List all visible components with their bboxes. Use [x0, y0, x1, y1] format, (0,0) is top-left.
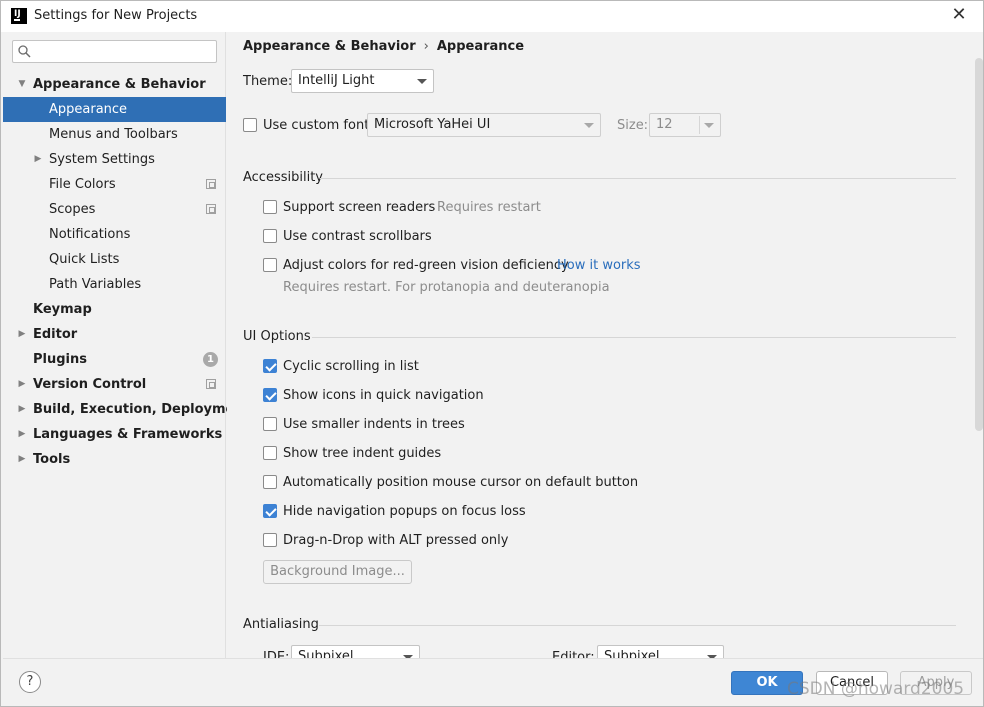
sidebar-item-keymap[interactable]: Keymap	[3, 297, 226, 322]
drag-drop-alt-label: Drag-n-Drop with ALT pressed only	[283, 533, 509, 548]
sidebar-item-menus-toolbars[interactable]: Menus and Toolbars	[3, 122, 226, 147]
content-scrollbar[interactable]	[975, 58, 983, 658]
search-input[interactable]	[35, 43, 213, 60]
search-box[interactable]	[12, 40, 217, 63]
breadcrumb-separator: ›	[423, 39, 429, 54]
sidebar-item-plugins[interactable]: Plugins 1	[3, 347, 226, 372]
section-divider	[319, 625, 956, 626]
project-scope-icon	[206, 379, 216, 389]
collapsed-arrow-icon: ▶	[18, 429, 26, 439]
show-icons-label: Show icons in quick navigation	[283, 388, 484, 403]
theme-label: Theme:	[243, 74, 293, 89]
font-size-value: 12	[656, 117, 673, 132]
adjust-colors-checkbox[interactable]	[263, 258, 277, 272]
adjust-colors-note: Requires restart. For protanopia and deu…	[283, 280, 610, 295]
settings-window: IJ Settings for New Projects ✕ ▼ Appeara…	[0, 0, 984, 707]
sidebar-item-system-settings[interactable]: ▶ System Settings	[3, 147, 226, 172]
screen-readers-note: Requires restart	[437, 200, 541, 215]
watermark-text: CSDN @howard2005	[787, 679, 965, 699]
adjust-colors-label: Adjust colors for red-green vision defic…	[283, 258, 569, 273]
project-scope-icon	[206, 204, 216, 214]
auto-cursor-checkbox[interactable]	[263, 475, 277, 489]
scrollbar-thumb[interactable]	[975, 58, 983, 431]
breadcrumb: Appearance & Behavior › Appearance	[243, 39, 524, 54]
hide-popups-label: Hide navigation popups on focus loss	[283, 504, 526, 519]
antialiasing-section-title: Antialiasing	[243, 617, 319, 632]
background-image-button[interactable]: Background Image...	[263, 560, 412, 584]
sidebar-item-editor[interactable]: ▶ Editor	[3, 322, 226, 347]
collapsed-arrow-icon: ▶	[18, 379, 26, 389]
intellij-logo-icon: IJ	[11, 8, 27, 24]
font-size-label: Size:	[617, 118, 649, 133]
how-it-works-link[interactable]: How it works	[557, 258, 641, 273]
sidebar-item-build-execution[interactable]: ▶ Build, Execution, Deployment	[3, 397, 250, 422]
collapsed-arrow-icon: ▶	[34, 154, 42, 164]
close-button[interactable]: ✕	[949, 5, 969, 25]
collapsed-arrow-icon: ▶	[18, 329, 26, 339]
drag-drop-alt-checkbox[interactable]	[263, 533, 277, 547]
sidebar-item-version-control[interactable]: ▶ Version Control	[3, 372, 226, 397]
font-size-select[interactable]: 12	[649, 113, 721, 137]
ide-antialiasing-select[interactable]: Subpixel	[291, 645, 420, 658]
sidebar-item-file-colors[interactable]: File Colors	[3, 172, 226, 197]
smaller-indents-checkbox[interactable]	[263, 417, 277, 431]
custom-font-select[interactable]: Microsoft YaHei UI	[367, 113, 601, 137]
sidebar-item-languages-frameworks[interactable]: ▶ Languages & Frameworks	[3, 422, 226, 447]
sidebar-item-quick-lists[interactable]: Quick Lists	[3, 247, 226, 272]
sidebar-item-appearance[interactable]: Appearance	[3, 97, 226, 122]
collapsed-arrow-icon: ▶	[18, 404, 26, 414]
search-icon	[18, 45, 31, 58]
expanded-arrow-icon: ▼	[18, 79, 26, 89]
ide-antialiasing-label: IDE:	[263, 650, 290, 658]
indent-guides-label: Show tree indent guides	[283, 446, 442, 461]
sidebar-item-scopes[interactable]: Scopes	[3, 197, 226, 222]
auto-cursor-label: Automatically position mouse cursor on d…	[283, 475, 639, 490]
sidebar-item-path-variables[interactable]: Path Variables	[3, 272, 226, 297]
sidebar-item-appearance-behavior[interactable]: ▼ Appearance & Behavior	[3, 72, 226, 97]
combo-divider	[699, 116, 700, 134]
ui-options-section-title: UI Options	[243, 329, 311, 344]
collapsed-arrow-icon: ▶	[18, 454, 26, 464]
sidebar-item-notifications[interactable]: Notifications	[3, 222, 226, 247]
project-scope-icon	[206, 179, 216, 189]
breadcrumb-parent[interactable]: Appearance & Behavior	[243, 39, 416, 54]
chevron-down-icon	[704, 123, 714, 128]
settings-sidebar: ▼ Appearance & Behavior Appearance Menus…	[3, 32, 250, 658]
plugins-update-badge: 1	[203, 352, 218, 367]
cyclic-scrolling-label: Cyclic scrolling in list	[283, 359, 419, 374]
settings-content: Appearance & Behavior › Appearance Theme: …	[227, 32, 983, 658]
section-divider	[312, 337, 956, 338]
custom-font-checkbox[interactable]	[243, 118, 257, 132]
screen-readers-label: Support screen readers	[283, 200, 436, 215]
title-bar: IJ Settings for New Projects ✕	[1, 1, 983, 32]
smaller-indents-label: Use smaller indents in trees	[283, 417, 465, 432]
chevron-down-icon	[584, 123, 594, 128]
theme-select[interactable]: IntelliJ Light	[291, 69, 434, 93]
editor-antialiasing-value: Subpixel	[604, 649, 660, 658]
custom-font-value: Microsoft YaHei UI	[374, 117, 491, 132]
screen-readers-checkbox[interactable]	[263, 200, 277, 214]
hide-popups-checkbox[interactable]	[263, 504, 277, 518]
indent-guides-checkbox[interactable]	[263, 446, 277, 460]
chevron-down-icon	[417, 79, 427, 84]
sidebar-item-tools[interactable]: ▶ Tools	[3, 447, 226, 472]
cyclic-scrolling-checkbox[interactable]	[263, 359, 277, 373]
editor-antialiasing-label: Editor:	[552, 650, 595, 658]
window-title: Settings for New Projects	[34, 8, 198, 23]
contrast-scrollbars-checkbox[interactable]	[263, 229, 277, 243]
editor-antialiasing-select[interactable]: Subpixel	[597, 645, 724, 658]
custom-font-label: Use custom font:	[263, 118, 374, 133]
show-icons-checkbox[interactable]	[263, 388, 277, 402]
theme-value: IntelliJ Light	[298, 73, 375, 88]
help-button[interactable]: ?	[19, 671, 41, 693]
ide-antialiasing-value: Subpixel	[298, 649, 354, 658]
breadcrumb-current: Appearance	[436, 39, 525, 54]
section-divider	[320, 178, 956, 179]
accessibility-section-title: Accessibility	[243, 170, 323, 185]
contrast-scrollbars-label: Use contrast scrollbars	[283, 229, 432, 244]
